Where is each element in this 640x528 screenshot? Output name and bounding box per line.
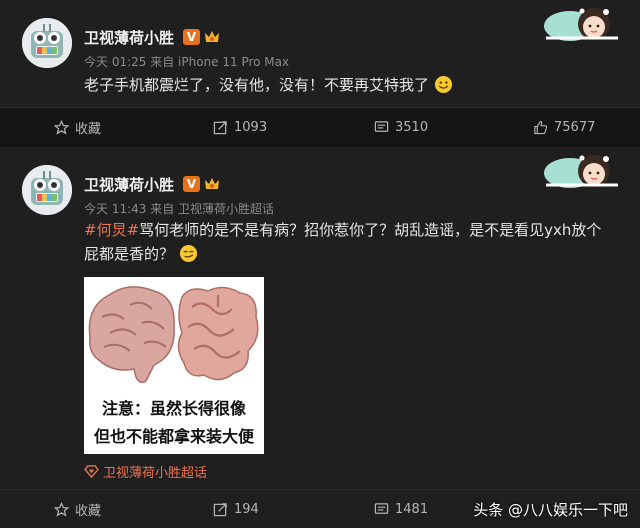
watermark: 头条 @八八娱乐一下吧 xyxy=(473,501,628,519)
comment-icon xyxy=(374,502,389,514)
grin-emoji-icon xyxy=(434,75,452,94)
meme-caption-line: 但也不能都拿来装大便 xyxy=(93,427,254,446)
favorite-label: 收藏 xyxy=(75,503,102,519)
meme-caption-line: 注意：虽然长得很像 xyxy=(101,399,246,418)
weibo-post: 卫视薄荷小胜 V 今天 01:25 来自 iPhone 11 Pro Max 老… xyxy=(0,0,640,137)
repost-count: 194 xyxy=(234,501,259,517)
comment-button[interactable]: 1481 xyxy=(374,490,428,528)
repost-button[interactable]: 194 xyxy=(213,490,259,528)
star-icon xyxy=(54,119,69,135)
tv-mascot-icon xyxy=(22,165,72,215)
post-text: 老子手机都震烂了，没有他，没有！不要再艾特我了 xyxy=(84,76,430,94)
brain-and-intestines-illustration xyxy=(84,277,264,389)
girl-avatar-decoration-icon xyxy=(544,155,618,188)
repost-icon xyxy=(213,502,227,516)
repost-button[interactable]: 1093 xyxy=(213,108,267,146)
verified-badge: V xyxy=(183,176,200,192)
verified-badge: V xyxy=(183,29,200,45)
comment-count: 1481 xyxy=(395,501,429,517)
member-crown-icon xyxy=(205,31,219,42)
like-count: 75677 xyxy=(554,119,596,135)
post-text: 骂何老师的是不是有病？招你惹你了？胡乱造谣，是不是看见yxh放个屁都是香的？ xyxy=(84,221,602,263)
tv-mascot-icon xyxy=(22,18,72,68)
avatar[interactable] xyxy=(22,165,72,215)
avatar[interactable] xyxy=(22,18,72,68)
favorite-button[interactable]: 收藏 xyxy=(54,490,101,528)
comment-count: 3510 xyxy=(395,119,429,135)
member-crown-icon xyxy=(205,178,219,189)
super-topic-label: 卫视薄荷小胜超话 xyxy=(103,466,208,481)
meme-image[interactable]: 注意：虽然长得很像 但也不能都拿来装大便 xyxy=(84,277,264,454)
post-time: 今天 11:43 xyxy=(84,202,147,216)
post-source: 来自 iPhone 11 Pro Max xyxy=(150,55,290,69)
smirk-emoji-icon xyxy=(179,244,197,263)
post-text-block: #何炅#骂何老师的是不是有病？招你惹你了？胡乱造谣，是不是看见yxh放个屁都是香… xyxy=(84,218,604,266)
favorite-label: 收藏 xyxy=(75,121,102,137)
favorite-button[interactable]: 收藏 xyxy=(54,108,101,146)
action-bar: 收藏 1093 3510 75677 xyxy=(0,107,640,146)
post-meta: 今天 11:43 来自 卫视薄荷小胜超话 xyxy=(84,200,274,217)
username[interactable]: 卫视薄荷小胜 xyxy=(84,27,174,48)
girl-avatar-decoration-icon xyxy=(544,8,618,41)
post-text-block: 老子手机都震烂了，没有他，没有！不要再艾特我了 xyxy=(84,73,604,97)
repost-icon xyxy=(213,120,227,134)
repost-count: 1093 xyxy=(234,119,268,135)
star-icon xyxy=(54,501,69,517)
thumbs-up-icon xyxy=(534,120,548,134)
comment-icon xyxy=(374,120,389,132)
post-source[interactable]: 来自 卫视薄荷小胜超话 xyxy=(150,202,274,216)
username[interactable]: 卫视薄荷小胜 xyxy=(84,174,174,195)
post-meta: 今天 01:25 来自 iPhone 11 Pro Max xyxy=(84,53,289,70)
super-topic-link[interactable]: 卫视薄荷小胜超话 xyxy=(84,462,207,481)
comment-button[interactable]: 3510 xyxy=(374,108,428,146)
topic-link[interactable]: #何炅# xyxy=(84,221,139,239)
post-time: 今天 01:25 xyxy=(84,55,147,69)
like-button[interactable]: 75677 xyxy=(533,108,595,146)
super-topic-diamond-icon xyxy=(84,465,99,478)
weibo-post: 卫视薄荷小胜 V 今天 11:43 来自 卫视薄荷小胜超话 #何炅#骂何老师的是… xyxy=(0,147,640,528)
